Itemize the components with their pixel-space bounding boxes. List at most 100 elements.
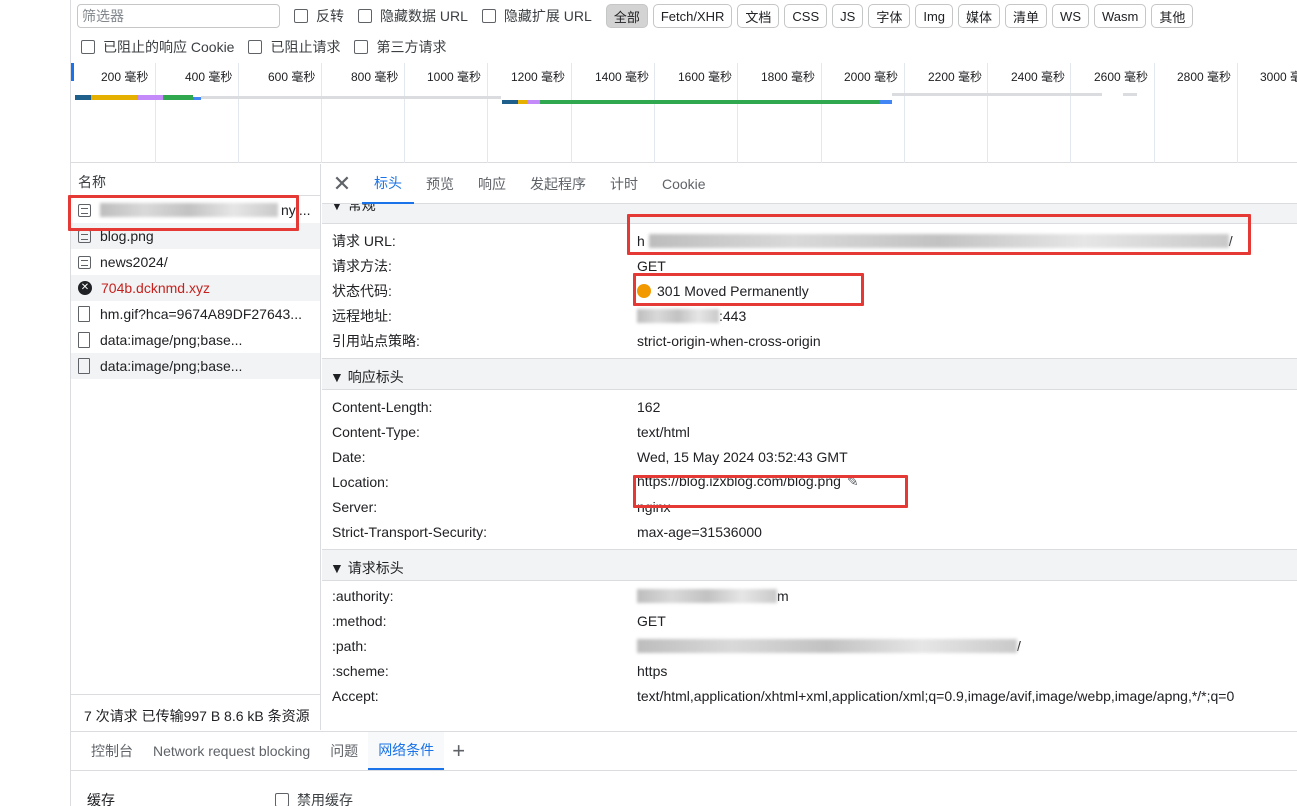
timeline-bar	[75, 95, 91, 100]
timeline-gridline	[987, 63, 988, 163]
checkbox-box[interactable]	[275, 793, 289, 806]
timeline-gridline	[321, 63, 322, 163]
tab-timing[interactable]: 计时	[598, 164, 650, 204]
request-row[interactable]: hm.gif?hca=9674A89DF27643...	[71, 301, 320, 327]
timeline-tick: 800 毫秒	[351, 70, 399, 84]
request-row[interactable]: data:image/png;base...	[71, 327, 320, 353]
tab-response[interactable]: 响应	[466, 164, 518, 204]
drawer-tabs: 控制台 Network request blocking 问题 网络条件 +	[71, 731, 1297, 771]
tab-network-request-blocking[interactable]: Network request blocking	[143, 732, 320, 770]
checkbox-box[interactable]	[354, 40, 369, 54]
redacted-text	[637, 638, 1017, 653]
request-row[interactable]: ✕ 704b.dcknmd.xyz	[71, 275, 320, 301]
screenshot-root: 筛选器 反转 隐藏数据 URL 隐藏扩展 URL 全部 Fetch/XHR 文档…	[0, 0, 1297, 806]
type-chip-doc[interactable]: 文档	[737, 4, 780, 28]
file-icon	[78, 358, 90, 374]
type-chip-css[interactable]: CSS	[784, 4, 828, 28]
hide-data-urls-checkbox[interactable]: 隐藏数据 URL	[358, 6, 468, 26]
header-row: :path: /	[332, 637, 1021, 654]
checkbox-box[interactable]	[294, 9, 308, 23]
request-name: news2024/	[100, 254, 168, 270]
highlight-box	[633, 273, 864, 306]
timeline-bar	[528, 100, 540, 104]
header-row: Content-Type: text/html	[332, 423, 690, 440]
filter-bar: 筛选器 反转 隐藏数据 URL 隐藏扩展 URL 全部 Fetch/XHR 文档…	[77, 3, 1198, 29]
timeline-tick: 3000 毫秒	[1260, 70, 1297, 84]
timeline-gridline	[571, 63, 572, 163]
redacted-text	[637, 308, 719, 323]
tab-cookies[interactable]: Cookie	[650, 164, 718, 204]
type-chip-font[interactable]: 字体	[868, 4, 911, 28]
timeline-overview[interactable]: 200 毫秒 400 毫秒 600 毫秒 800 毫秒 1000 毫秒 1200…	[71, 63, 1297, 163]
close-icon[interactable]: ✕	[322, 171, 362, 197]
tab-issues[interactable]: 问题	[320, 732, 368, 770]
add-tab-icon[interactable]: +	[452, 738, 465, 764]
tab-console[interactable]: 控制台	[81, 732, 143, 770]
type-chip-wasm[interactable]: Wasm	[1094, 4, 1147, 28]
blocked-cookies-checkbox[interactable]: 已阻止的响应 Cookie	[81, 37, 234, 57]
timeline-gridline	[238, 63, 239, 163]
network-panel: 筛选器 反转 隐藏数据 URL 隐藏扩展 URL 全部 Fetch/XHR 文档…	[68, 0, 1297, 806]
request-name: data:image/png;base...	[100, 332, 243, 348]
request-name: hm.gif?hca=9674A89DF27643...	[100, 306, 302, 322]
request-name: data:image/png;base...	[100, 358, 243, 374]
error-icon: ✕	[78, 281, 92, 295]
timeline-handle[interactable]	[71, 63, 74, 81]
timeline-gridline	[155, 63, 156, 163]
timeline-tick: 2800 毫秒	[1177, 70, 1232, 84]
details-tabs: ✕ 标头 预览 响应 发起程序 计时 Cookie	[322, 164, 1297, 204]
request-row[interactable]: data:image/png;base...	[71, 353, 320, 379]
tab-headers[interactable]: 标头	[362, 164, 414, 204]
blocked-requests-checkbox[interactable]: 已阻止请求	[248, 37, 340, 57]
invert-checkbox[interactable]: 反转	[294, 6, 344, 26]
timeline-bar	[892, 93, 1102, 96]
timeline-tick: 600 毫秒	[268, 70, 316, 84]
checkbox-box[interactable]	[358, 9, 372, 23]
timeline-tick: 1000 毫秒	[427, 70, 482, 84]
type-chip-fetch-xhr[interactable]: Fetch/XHR	[652, 4, 733, 28]
type-chip-js[interactable]: JS	[832, 4, 864, 28]
section-response-headers[interactable]: ▼ 响应标头	[322, 358, 1297, 390]
header-row: :scheme: https	[332, 662, 668, 679]
request-name: 704b.dcknmd.xyz	[101, 280, 210, 296]
timeline-gridline	[404, 63, 405, 163]
section-request-headers[interactable]: ▼ 请求标头	[322, 549, 1297, 581]
checkbox-box[interactable]	[81, 40, 95, 54]
network-summary: 7 次请求 已传输997 B 8.6 kB 条资源	[71, 694, 321, 730]
type-chip-img[interactable]: Img	[915, 4, 954, 28]
header-row: Content-Length: 162	[332, 398, 661, 415]
header-row: 远程地址: :443	[332, 307, 747, 324]
tab-initiator[interactable]: 发起程序	[518, 164, 598, 204]
redacted-text	[637, 588, 777, 603]
timeline-tick: 2400 毫秒	[1011, 70, 1066, 84]
timeline-tick: 2000 毫秒	[844, 70, 899, 84]
timeline-gridline	[487, 63, 488, 163]
filter-input[interactable]: 筛选器	[77, 4, 280, 28]
resource-type-filters: 全部 Fetch/XHR 文档 CSS JS 字体 Img 媒体 清单 WS W…	[605, 4, 1199, 28]
disable-cache-checkbox[interactable]: 禁用缓存	[275, 790, 353, 806]
header-row: :method: GET	[332, 612, 666, 629]
timeline-tick: 1400 毫秒	[595, 70, 650, 84]
type-chip-ws[interactable]: WS	[1052, 4, 1089, 28]
section-general-header[interactable]: ▼ 常规	[330, 204, 376, 215]
type-chip-other[interactable]: 其他	[1151, 4, 1194, 28]
timeline-tick: 2600 毫秒	[1094, 70, 1149, 84]
timeline-gridline	[1070, 63, 1071, 163]
type-chip-manifest[interactable]: 清单	[1005, 4, 1048, 28]
request-row[interactable]: news2024/	[71, 249, 320, 275]
tab-preview[interactable]: 预览	[414, 164, 466, 204]
timeline-bar	[880, 100, 892, 104]
checkbox-box[interactable]	[481, 9, 496, 23]
tab-network-conditions[interactable]: 网络条件	[368, 732, 445, 770]
column-header-name[interactable]: 名称	[71, 164, 320, 196]
type-chip-all[interactable]: 全部	[605, 4, 648, 28]
third-party-checkbox[interactable]: 第三方请求	[354, 37, 446, 57]
timeline-tick: 200 毫秒	[101, 70, 149, 84]
timeline-gridline	[737, 63, 738, 163]
checkbox-box[interactable]	[248, 40, 263, 54]
highlight-box	[68, 195, 299, 231]
hide-extension-urls-checkbox[interactable]: 隐藏扩展 URL	[481, 6, 592, 26]
timeline-bar	[502, 100, 518, 104]
type-chip-media[interactable]: 媒体	[958, 4, 1001, 28]
timeline-tick: 1200 毫秒	[511, 70, 566, 84]
